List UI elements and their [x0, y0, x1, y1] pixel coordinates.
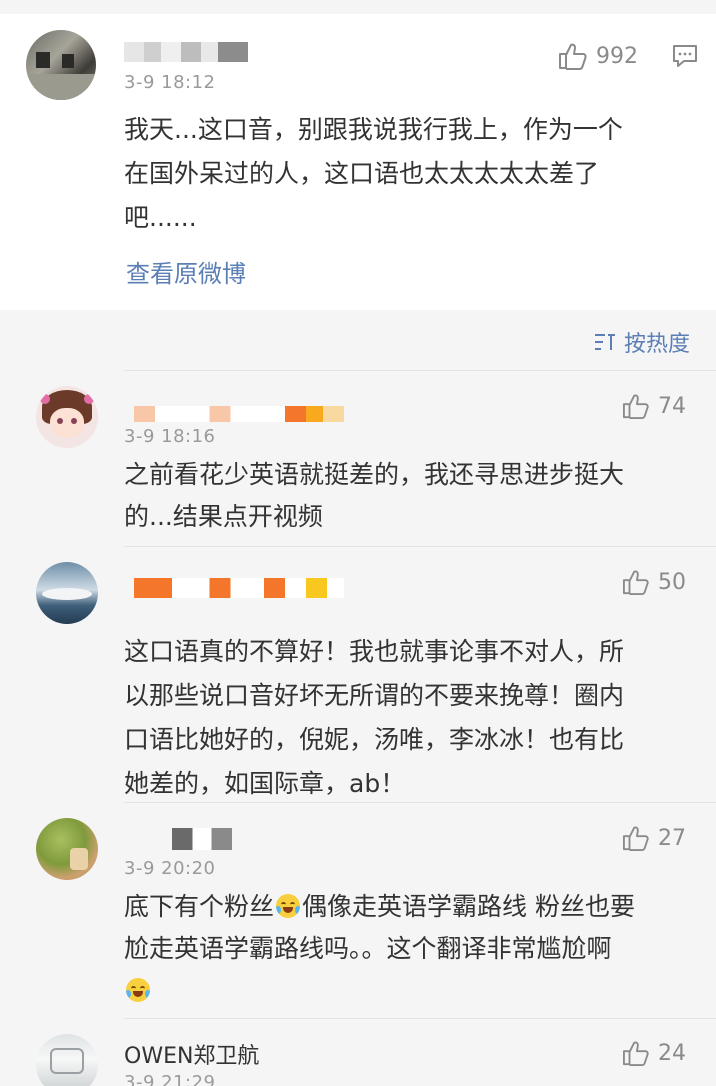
top-gap	[0, 0, 716, 14]
divider	[124, 546, 716, 547]
comment-text: 底下有个粉丝 偶像走英语学霸路线 粉丝也要 尬走英语学霸路线吗。。这个翻译非常尴尬…	[124, 886, 635, 1012]
comment-line	[124, 970, 635, 1012]
comment-line: 以那些说口音好坏无所谓的不要来挽尊！圈内	[124, 681, 625, 710]
view-original-link[interactable]: 查看原微博	[126, 254, 246, 289]
comment-avatar[interactable]	[36, 818, 98, 880]
comment-time: 3-9 20:20	[124, 858, 216, 879]
divider	[124, 370, 716, 371]
main-post-time: 3-9 18:12	[124, 72, 216, 93]
like-count: 27	[658, 825, 686, 851]
comment-line: 的...结果点开视频	[124, 502, 323, 531]
thumbs-up-icon	[559, 43, 587, 70]
main-like-button[interactable]: 992	[558, 42, 638, 70]
main-post-line: 在国外呆过的人，这口语也太太太太太差了	[124, 159, 600, 188]
comment-avatar[interactable]	[36, 562, 98, 624]
main-post-avatar[interactable]	[26, 30, 96, 100]
divider	[124, 802, 716, 803]
comment-line: 之前看花少英语就挺差的，我还寻思进步挺大	[124, 460, 625, 489]
comment-line: 底下有个粉丝 偶像走英语学霸路线 粉丝也要	[124, 886, 635, 928]
comment-line: 口语比她好的，倪妮，汤唯，李冰冰！也有比	[124, 725, 625, 754]
masked-username	[134, 406, 344, 422]
masked-username	[172, 828, 232, 850]
comment-avatar[interactable]	[36, 386, 98, 448]
masked-username	[124, 42, 248, 62]
main-post-text: 我天...这口音，别跟我说我行我上，作为一个 在国外呆过的人，这口语也太太太太太…	[124, 108, 623, 240]
comment-icon[interactable]	[672, 44, 698, 68]
like-count: 74	[658, 393, 686, 419]
comment-avatar[interactable]	[36, 1034, 98, 1086]
laugh-cry-emoji-icon	[276, 894, 301, 918]
like-count: 50	[658, 569, 686, 595]
comment-like-button[interactable]: 27	[622, 825, 686, 851]
comment-like-button[interactable]: 74	[622, 393, 686, 419]
laugh-cry-emoji-icon	[126, 978, 150, 1002]
thumbs-up-icon	[623, 394, 649, 419]
comment-text: 之前看花少英语就挺差的，我还寻思进步挺大 的...结果点开视频	[124, 454, 624, 538]
comment-like-button[interactable]: 24	[622, 1040, 686, 1066]
comment-line: 尬走英语学霸路线吗。。这个翻译非常尴尬啊	[124, 934, 612, 963]
comment-segment: 底下有个粉丝	[124, 892, 275, 921]
sort-label: 按热度	[623, 332, 690, 357]
thumbs-up-icon	[623, 826, 649, 851]
sort-by-hot-button[interactable]: 按热度	[594, 326, 690, 358]
comment-line: 她差的，如国际章，ab！	[124, 769, 406, 798]
comment-like-button[interactable]: 50	[622, 569, 686, 595]
comment-time: 3-9 18:16	[124, 426, 216, 447]
main-post-line: 吧......	[124, 203, 197, 232]
main-like-count: 992	[596, 43, 638, 69]
main-post-line: 我天...这口音，别跟我说我行我上，作为一个	[124, 115, 623, 144]
comment-username[interactable]: OWEN郑卫航	[124, 1038, 259, 1070]
comment-text: 这口语真的不算好！我也就事论事不对人，所 以那些说口音好坏无所谓的不要来挽尊！圈…	[124, 630, 624, 806]
masked-username	[134, 578, 344, 598]
comment-time: 3-9 21:29	[124, 1072, 216, 1086]
divider	[124, 1018, 716, 1019]
sort-icon	[594, 334, 615, 350]
like-count: 24	[658, 1040, 686, 1066]
comment-segment: 偶像走英语学霸路线 粉丝也要	[302, 892, 635, 921]
thumbs-up-icon	[623, 1041, 649, 1066]
thumbs-up-icon	[623, 570, 649, 595]
comment-line: 这口语真的不算好！我也就事论事不对人，所	[124, 637, 625, 666]
